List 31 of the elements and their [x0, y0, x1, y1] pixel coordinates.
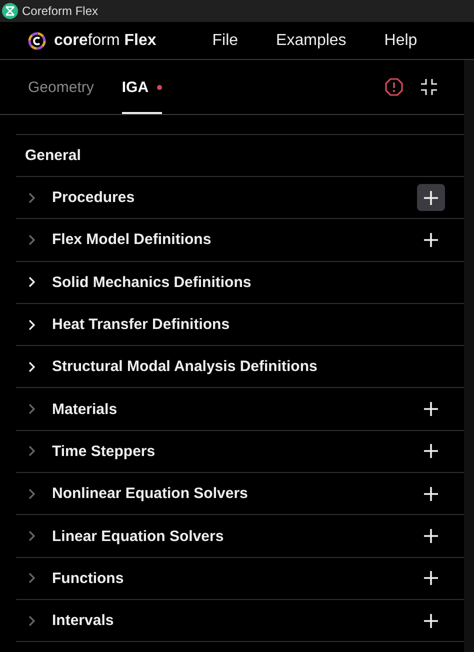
tree-item[interactable]: Flex Model Definitions [52, 231, 417, 248]
plus-icon [424, 232, 438, 247]
window-title: Coreform Flex [22, 4, 98, 18]
tree-item[interactable]: Solid Mechanics Definitions [52, 274, 445, 291]
section-title: General [25, 147, 81, 164]
tree-item[interactable]: Materials [52, 400, 417, 418]
tree-item[interactable]: Functions [52, 570, 417, 587]
add-button[interactable] [417, 184, 445, 212]
menu-item[interactable]: Help [384, 32, 418, 50]
tree-item[interactable]: Nonlinear Equation Solvers [52, 485, 417, 502]
plus-icon [424, 444, 438, 458]
tab[interactable]: IGA [122, 60, 162, 114]
plus-icon [424, 571, 438, 586]
menu-item[interactable]: File [212, 32, 238, 50]
plus-icon [424, 190, 438, 205]
logo-icon [28, 32, 46, 50]
scrollbar[interactable] [464, 60, 474, 652]
tree-item[interactable]: Heat Transfer Definitions [52, 316, 445, 334]
tree-item[interactable]: Intervals [52, 612, 417, 630]
tab[interactable]: Geometry [28, 60, 94, 114]
tree-item[interactable]: Structural Modal Analysis Definitions [52, 358, 445, 376]
menu-item[interactable]: Examples [276, 32, 346, 50]
tree-item[interactable]: Time Steppers [52, 442, 417, 460]
brand-name: coreform Flex [54, 32, 156, 50]
plus-icon [424, 614, 438, 628]
app-icon [2, 3, 18, 19]
plus-icon [424, 402, 438, 416]
plus-icon [424, 486, 438, 501]
plus-icon [424, 529, 438, 544]
tree-item[interactable]: Linear Equation Solvers [52, 528, 417, 545]
tree-item[interactable]: Procedures [52, 189, 417, 206]
